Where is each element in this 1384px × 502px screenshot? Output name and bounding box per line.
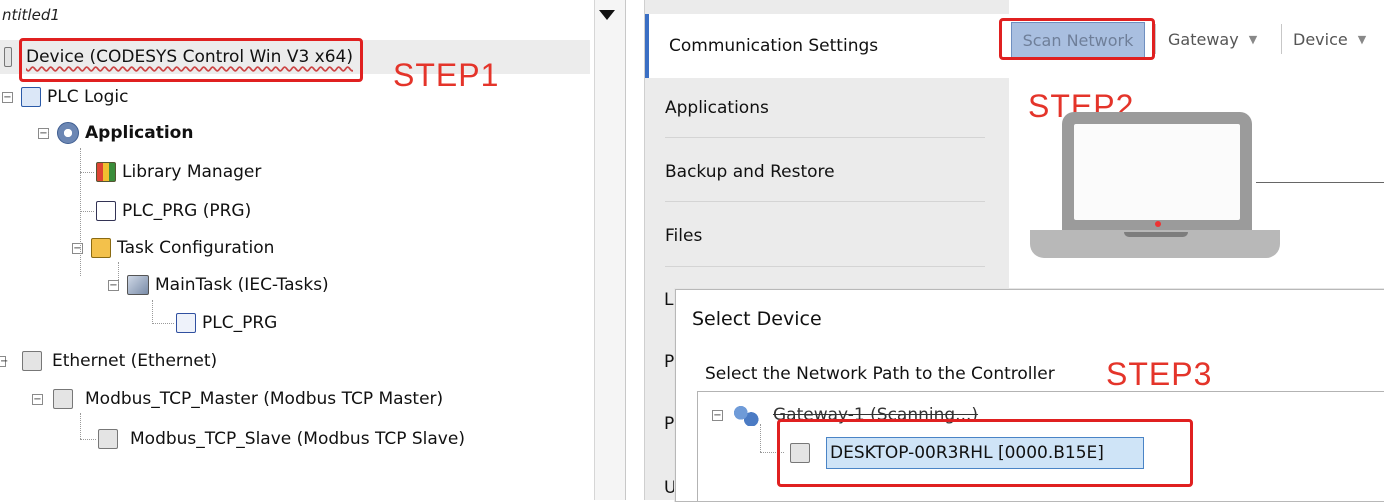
- vertical-scrollbar[interactable]: [594, 0, 626, 500]
- tab-hidden-p2-label[interactable]: P: [664, 414, 674, 434]
- task-plc-prg-label: PLC_PRG: [202, 313, 278, 333]
- step1-highlight-box: [19, 38, 363, 82]
- laptop-screen: [1074, 124, 1240, 220]
- task-configuration-label: Task Configuration: [117, 238, 275, 258]
- device-tree-panel: ntitled1 Device (CODESYS Control Win V3 …: [0, 0, 590, 500]
- tree-item-library-manager[interactable]: Library Manager: [96, 157, 261, 187]
- device-dropdown-caret-icon: ▼: [1357, 32, 1367, 46]
- modbus-master-label: Modbus_TCP_Master (Modbus TCP Master): [85, 389, 444, 409]
- main-task-label: MainTask (IEC-Tasks): [155, 275, 329, 295]
- nav-divider: [665, 201, 985, 202]
- tab-files-label: Files: [665, 226, 703, 246]
- modbus-slave-icon: [98, 429, 118, 449]
- tab-applications[interactable]: Applications: [645, 76, 1010, 140]
- collapse-toggle-icon[interactable]: −: [0, 355, 8, 367]
- gateway-network-icon: [733, 404, 759, 426]
- tab-communication-settings[interactable]: Communication Settings: [645, 14, 1010, 78]
- tree-item-modbus-master[interactable]: − Modbus_TCP_Master (Modbus TCP Master): [32, 384, 443, 414]
- tree-connector: [48, 130, 49, 136]
- gateway-menu-label: Gateway: [1168, 29, 1239, 49]
- project-title: ntitled1: [2, 6, 60, 24]
- tab-files[interactable]: Files: [645, 204, 1010, 268]
- gateway-menu-button[interactable]: Gateway ▼: [1168, 22, 1257, 56]
- dialog-subtitle: Select the Network Path to the Controlle…: [705, 364, 1055, 384]
- collapse-toggle-icon[interactable]: −: [72, 242, 83, 254]
- step3-highlight-box: [777, 419, 1193, 487]
- tab-hidden-p1-label[interactable]: P: [664, 352, 674, 372]
- collapse-toggle-icon[interactable]: −: [712, 409, 723, 421]
- tree-item-ethernet[interactable]: − Ethernet (Ethernet): [0, 346, 217, 376]
- laptop-trackpad-notch: [1124, 232, 1188, 237]
- library-books-icon: [96, 162, 116, 182]
- plc-logic-icon: [21, 87, 41, 107]
- tab-hidden-l-label[interactable]: L: [664, 290, 673, 310]
- tree-connector: [760, 424, 761, 452]
- tab-backup-restore[interactable]: Backup and Restore: [645, 140, 1010, 204]
- tree-item-plc-prg[interactable]: PLC_PRG (PRG): [96, 196, 251, 226]
- tree-connector: [80, 172, 94, 173]
- scroll-down-arrow-icon[interactable]: [599, 10, 615, 20]
- ethernet-label: Ethernet (Ethernet): [52, 351, 218, 371]
- tree-connector: [80, 413, 81, 439]
- tree-connector: [118, 262, 119, 284]
- nav-divider: [665, 137, 985, 138]
- program-call-icon: [176, 313, 196, 333]
- tree-connector: [80, 148, 81, 276]
- tree-connector: [80, 439, 96, 440]
- tree-item-modbus-slave[interactable]: Modbus_TCP_Slave (Modbus TCP Slave): [98, 424, 465, 454]
- collapse-toggle-icon[interactable]: −: [2, 91, 13, 103]
- step3-annotation: STEP3: [1106, 356, 1213, 392]
- modbus-slave-label: Modbus_TCP_Slave (Modbus TCP Slave): [130, 429, 465, 449]
- device-menu-label: Device: [1293, 29, 1348, 49]
- ethernet-device-icon: [22, 351, 42, 371]
- device-icon: [4, 47, 12, 67]
- tree-connector: [152, 323, 174, 324]
- plc-logic-label: PLC Logic: [47, 87, 129, 107]
- main-task-icon: [127, 275, 149, 295]
- tree-item-main-task[interactable]: − MainTask (IEC-Tasks): [108, 270, 329, 300]
- collapse-toggle-icon[interactable]: −: [32, 393, 43, 405]
- library-manager-label: Library Manager: [122, 162, 262, 182]
- network-connection-line: [1256, 182, 1384, 183]
- tree-connector: [80, 211, 94, 212]
- plc-prg-label: PLC_PRG (PRG): [122, 201, 252, 221]
- tab-communication-settings-label: Communication Settings: [669, 36, 879, 56]
- task-configuration-icon: [91, 238, 111, 258]
- toolbar-separator: [1281, 24, 1282, 54]
- device-menu-button[interactable]: Device ▼: [1293, 22, 1366, 56]
- tree-item-plc-logic[interactable]: − PLC Logic: [2, 82, 128, 112]
- tab-applications-label: Applications: [665, 98, 769, 118]
- step2-highlight-box: [999, 18, 1155, 60]
- tree-item-task-configuration[interactable]: − Task Configuration: [72, 233, 274, 263]
- modbus-master-icon: [53, 389, 73, 409]
- application-gear-icon: [57, 122, 79, 144]
- application-label: Application: [85, 123, 194, 143]
- toolbar-separator: [1155, 24, 1156, 54]
- program-document-icon: [96, 201, 116, 221]
- gateway-dropdown-caret-icon: ▼: [1248, 32, 1258, 46]
- tab-backup-restore-label: Backup and Restore: [665, 162, 835, 182]
- tree-item-task-plc-prg[interactable]: PLC_PRG: [176, 308, 277, 338]
- dialog-title: Select Device: [692, 308, 822, 330]
- nav-divider: [665, 266, 985, 267]
- tree-connector: [152, 300, 153, 324]
- tree-item-application[interactable]: − Application: [38, 118, 193, 148]
- step1-annotation: STEP1: [393, 57, 500, 93]
- laptop-status-dot: [1155, 221, 1161, 227]
